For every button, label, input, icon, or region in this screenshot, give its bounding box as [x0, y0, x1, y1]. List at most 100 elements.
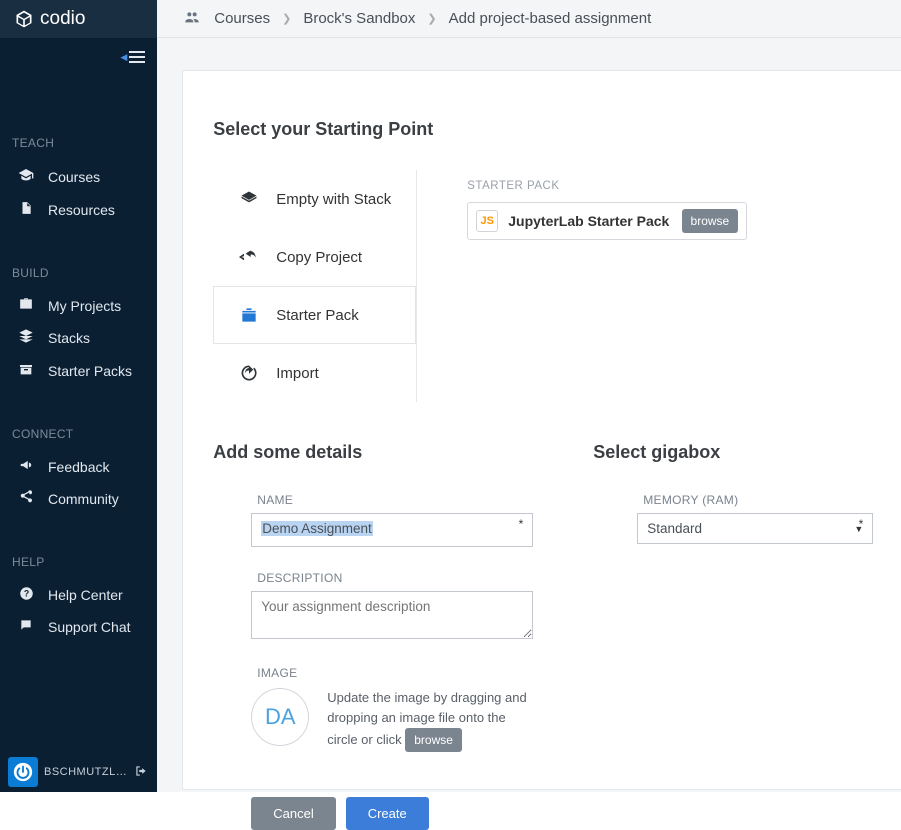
starter-pack-panel: STARTER PACK JS JupyterLab Starter Pack …	[467, 170, 747, 402]
option-copy-project[interactable]: Copy Project	[213, 228, 416, 286]
chat-icon	[18, 618, 34, 635]
sidebar-item-stacks[interactable]: Stacks	[8, 321, 149, 354]
nav-section-build: BUILD My Projects Stacks Starter Packs	[0, 266, 157, 387]
nav-heading: TEACH	[8, 136, 149, 150]
option-empty-stack[interactable]: Empty with Stack	[213, 170, 416, 228]
browse-pack-button[interactable]: browse	[682, 209, 739, 233]
nav-section-help: HELP ? Help Center Support Chat	[0, 555, 157, 642]
required-star: *	[859, 517, 864, 531]
description-textarea[interactable]	[251, 591, 533, 639]
image-help-text: Update the image by dragging and droppin…	[327, 688, 532, 752]
share-icon	[18, 489, 34, 508]
heading-gigabox: Select gigabox	[593, 442, 873, 463]
nav-section-teach: TEACH Courses Resources	[0, 136, 157, 226]
option-import[interactable]: Import	[213, 344, 416, 402]
breadcrumb-sandbox[interactable]: Brock's Sandbox	[303, 10, 415, 27]
chevron-right-icon: ❯	[282, 12, 291, 25]
nav-section-connect: CONNECT Feedback Community	[0, 427, 157, 515]
logo-bar: codio	[0, 0, 157, 38]
image-field-block: IMAGE DA Update the image by dragging an…	[213, 666, 533, 752]
box-icon	[18, 361, 34, 380]
logo-cube-icon	[14, 9, 34, 29]
import-icon	[238, 363, 260, 383]
sidebar-item-starter-packs[interactable]: Starter Packs	[8, 354, 149, 387]
collapse-sidebar-button[interactable]: ◀	[120, 50, 145, 64]
option-label: Import	[276, 365, 319, 382]
caret-left-icon: ◀	[120, 52, 127, 63]
sidebar-item-label: Support Chat	[48, 619, 131, 635]
main-area: Courses ❯ Brock's Sandbox ❯ Add project-…	[157, 0, 901, 792]
user-name-label: BSCHMUTZL…	[44, 766, 127, 778]
memory-field-block: MEMORY (RAM) * Standard ▼	[637, 493, 873, 544]
sidebar-item-label: Courses	[48, 169, 100, 185]
user-bar: BSCHMUTZL…	[0, 752, 157, 792]
svg-text:?: ?	[23, 589, 28, 599]
package-icon	[238, 305, 260, 325]
user-avatar[interactable]	[8, 757, 38, 787]
option-label: Empty with Stack	[276, 191, 391, 208]
card: Select your Starting Point Empty with St…	[182, 70, 901, 790]
gigabox-col: Select gigabox MEMORY (RAM) * Standard ▼	[593, 402, 873, 752]
heading-starting-point: Select your Starting Point	[213, 119, 873, 140]
details-row: Add some details NAME * Demo Assignment …	[213, 402, 873, 752]
memory-label: MEMORY (RAM)	[637, 493, 873, 507]
sidebar-item-label: Help Center	[48, 587, 123, 603]
sidebar-item-label: Resources	[48, 202, 115, 218]
memory-select[interactable]: Standard ▼	[637, 513, 873, 544]
browse-image-button[interactable]: browse	[405, 728, 462, 752]
option-label: Copy Project	[276, 249, 362, 266]
sidebar-item-courses[interactable]: Courses	[8, 160, 149, 193]
graduation-icon	[18, 167, 34, 186]
sidebar-item-community[interactable]: Community	[8, 482, 149, 515]
desc-field-block: DESCRIPTION	[213, 571, 533, 642]
nav-heading: CONNECT	[8, 427, 149, 441]
starting-point-row: Empty with Stack Copy Project Starter Pa…	[213, 170, 873, 402]
file-icon	[18, 200, 34, 219]
name-field-block: NAME * Demo Assignment	[213, 493, 533, 547]
image-drop-circle[interactable]: DA	[251, 688, 309, 746]
js-badge-icon: JS	[476, 210, 498, 232]
hamburger-icon	[129, 50, 145, 64]
required-star: *	[519, 517, 524, 531]
logout-button[interactable]	[133, 764, 149, 781]
starter-pack-selector: JS JupyterLab Starter Pack browse	[467, 202, 747, 240]
nav-heading: HELP	[8, 555, 149, 569]
content-area: Select your Starting Point Empty with St…	[157, 38, 901, 792]
sidebar-item-label: Stacks	[48, 330, 90, 346]
megaphone-icon	[18, 458, 34, 475]
breadcrumb-current: Add project-based assignment	[449, 10, 652, 27]
copy-share-icon	[238, 247, 260, 267]
sidebar-item-help-center[interactable]: ? Help Center	[8, 579, 149, 611]
breadcrumb-courses[interactable]: Courses	[214, 10, 270, 27]
briefcase-icon	[18, 297, 34, 314]
sidebar-item-feedback[interactable]: Feedback	[8, 451, 149, 482]
sidebar: codio ◀ TEACH Courses Resources BUILD My…	[0, 0, 157, 792]
nav-heading: BUILD	[8, 266, 149, 280]
name-input[interactable]: Demo Assignment	[251, 513, 533, 547]
power-icon	[12, 761, 34, 783]
pack-heading-label: STARTER PACK	[467, 180, 747, 192]
stack-icon	[18, 328, 34, 347]
sidebar-item-my-projects[interactable]: My Projects	[8, 290, 149, 321]
create-button[interactable]: Create	[346, 797, 429, 830]
desc-label: DESCRIPTION	[251, 571, 533, 585]
help-icon: ?	[18, 586, 34, 604]
image-label: IMAGE	[251, 666, 533, 680]
sidebar-item-resources[interactable]: Resources	[8, 193, 149, 226]
logout-icon	[133, 764, 149, 778]
option-starter-pack[interactable]: Starter Pack	[213, 286, 416, 344]
name-label: NAME	[251, 493, 533, 507]
option-label: Starter Pack	[276, 307, 359, 324]
name-value-highlight: Demo Assignment	[261, 521, 373, 536]
start-options-list: Empty with Stack Copy Project Starter Pa…	[213, 170, 417, 402]
layers-icon	[238, 189, 260, 209]
details-col: Add some details NAME * Demo Assignment …	[213, 402, 533, 752]
sidebar-item-label: My Projects	[48, 298, 121, 314]
users-icon	[182, 9, 202, 29]
sidebar-item-label: Feedback	[48, 459, 109, 475]
breadcrumb-bar: Courses ❯ Brock's Sandbox ❯ Add project-…	[157, 0, 901, 38]
button-row: Cancel Create	[213, 797, 873, 830]
sidebar-item-support-chat[interactable]: Support Chat	[8, 611, 149, 642]
cancel-button[interactable]: Cancel	[251, 797, 335, 830]
pack-name-label: JupyterLab Starter Pack	[508, 213, 671, 229]
